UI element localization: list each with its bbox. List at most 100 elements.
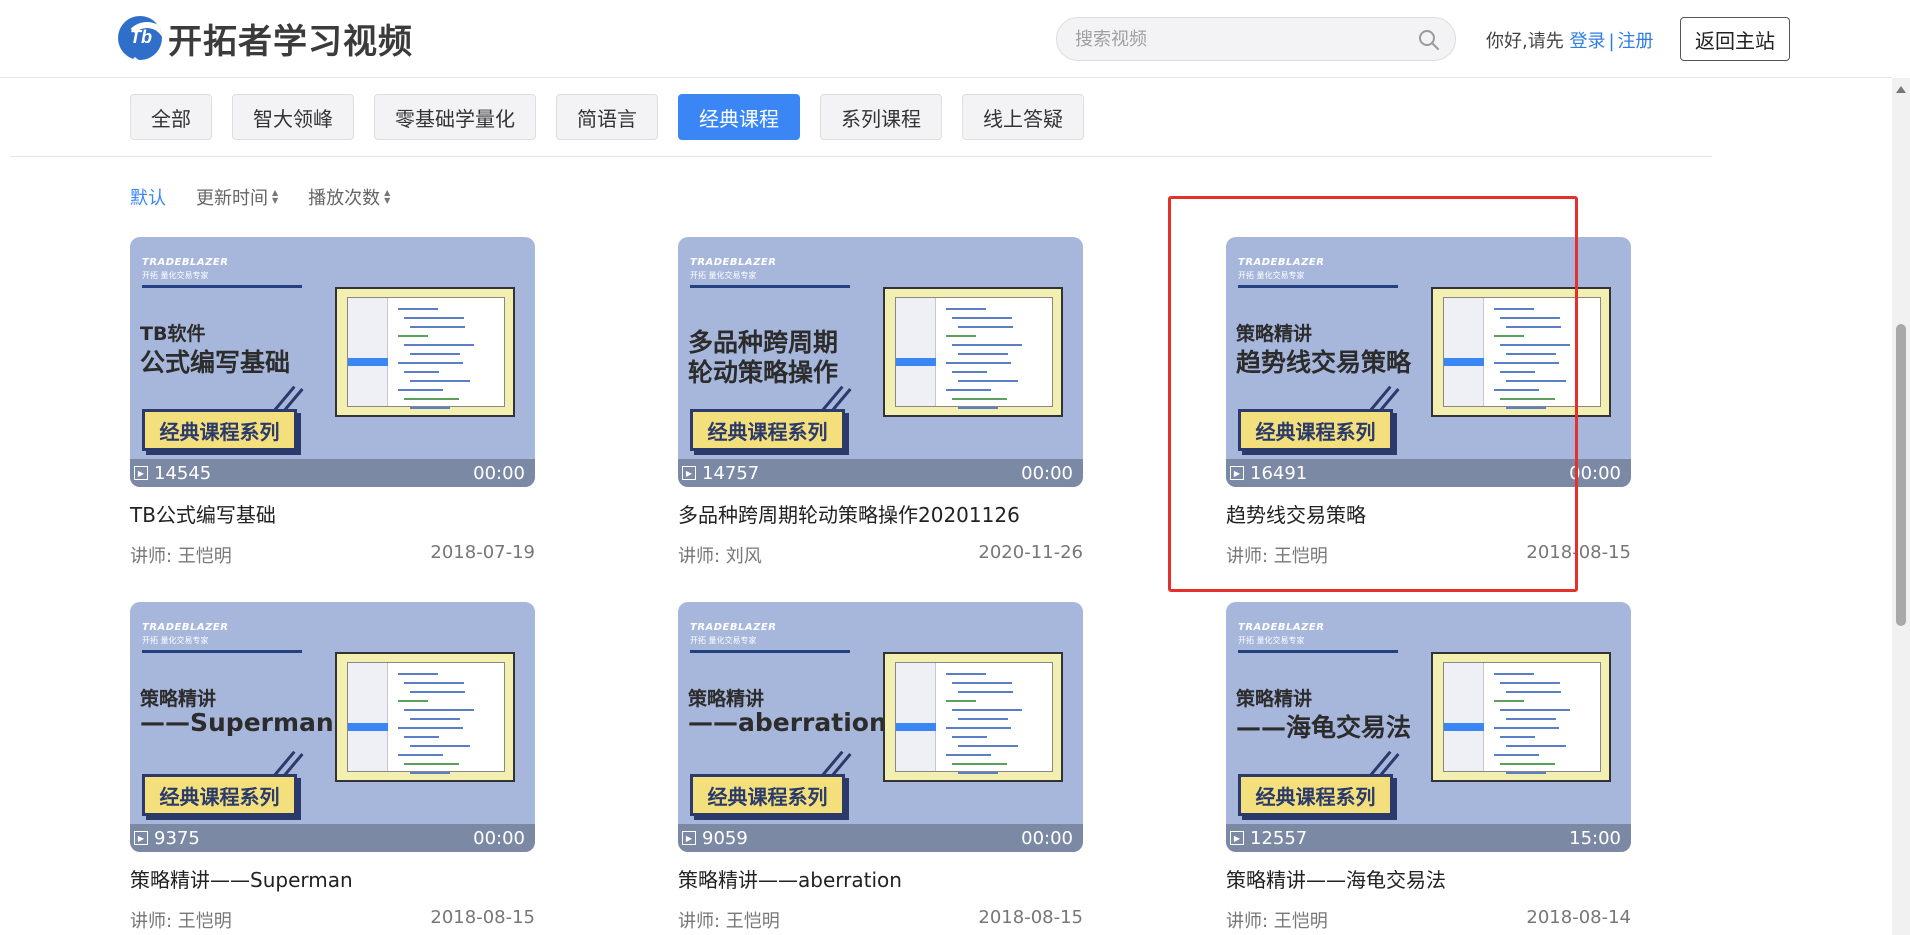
page-scrollbar[interactable] xyxy=(1892,78,1910,935)
duration: 15:00 xyxy=(1569,827,1621,849)
video-card[interactable]: TRADEBLAZER 开拓 量化交易专家 多品种跨周期 轮动策略操作 经典课程… xyxy=(678,237,1083,568)
code-line xyxy=(410,718,460,720)
view-count: ▶ 14545 xyxy=(134,463,211,484)
thumb-brand: TRADEBLAZER xyxy=(142,622,229,633)
video-title[interactable]: 策略精讲——aberration xyxy=(678,864,1083,893)
code-line xyxy=(952,344,1022,346)
video-title[interactable]: TB公式编写基础 xyxy=(130,499,535,528)
code-line xyxy=(398,754,443,756)
code-line xyxy=(946,308,986,310)
publish-date: 2018-07-19 xyxy=(430,542,535,563)
highlight-box xyxy=(1168,196,1578,592)
thumb-overlay: ▶ 14757 00:00 xyxy=(678,459,1083,487)
thumb-line2: 轮动策略操作 xyxy=(688,358,839,387)
play-icon: ▶ xyxy=(1230,831,1244,845)
code-line xyxy=(946,362,1011,364)
thumb-brand-sub: 开拓 量化交易专家 xyxy=(1238,636,1305,645)
view-count-value: 12557 xyxy=(1250,827,1308,849)
series-badge: 经典课程系列 xyxy=(142,774,297,816)
view-count: ▶ 9375 xyxy=(134,828,200,849)
sort-option-1[interactable]: 更新时间 ▲ ▼ xyxy=(196,184,278,210)
video-card[interactable]: TRADEBLAZER 开拓 量化交易专家 策略精讲 ——aberration … xyxy=(678,602,1083,933)
video-card[interactable]: TRADEBLAZER 开拓 量化交易专家 TB软件 公式编写基础 经典课程系列… xyxy=(130,237,535,568)
link-separator: | xyxy=(1608,31,1615,52)
code-line xyxy=(410,407,450,409)
code-line xyxy=(952,371,987,373)
code-line xyxy=(410,380,470,382)
video-meta: 讲师: 王恺明 2018-08-15 xyxy=(130,907,535,933)
video-thumbnail[interactable]: TRADEBLAZER 开拓 量化交易专家 多品种跨周期 轮动策略操作 经典课程… xyxy=(678,237,1083,487)
thumb-line2: ——Superman xyxy=(140,708,334,737)
video-meta: 讲师: 王恺明 2018-08-15 xyxy=(678,907,1083,933)
code-line xyxy=(398,727,463,729)
video-card[interactable]: TRADEBLAZER 开拓 量化交易专家 策略精讲 ——海龟交易法 经典课程系… xyxy=(1226,602,1631,933)
code-line xyxy=(952,317,1012,319)
code-line xyxy=(410,772,450,774)
code-line xyxy=(1494,727,1559,729)
tab-0[interactable]: 全部 xyxy=(130,94,212,140)
code-line xyxy=(1506,691,1561,693)
code-line xyxy=(958,772,998,774)
thumb-brand-sub: 开拓 量化交易专家 xyxy=(690,271,757,280)
tab-3[interactable]: 简语言 xyxy=(556,94,658,140)
sort-option-0[interactable]: 默认 xyxy=(130,184,166,210)
sort-option-2[interactable]: 播放次数 ▲ ▼ xyxy=(308,184,390,210)
back-to-main-button[interactable]: 返回主站 xyxy=(1680,17,1790,61)
play-icon: ▶ xyxy=(134,466,148,480)
code-line xyxy=(1500,682,1560,684)
video-thumbnail[interactable]: TRADEBLAZER 开拓 量化交易专家 TB软件 公式编写基础 经典课程系列… xyxy=(130,237,535,487)
scrollbar-thumb[interactable] xyxy=(1896,324,1906,626)
code-line xyxy=(410,745,470,747)
screen-sidebar xyxy=(896,663,936,771)
login-link[interactable]: 登录 xyxy=(1569,31,1605,52)
view-count: ▶ 14757 xyxy=(682,463,759,484)
duration: 00:00 xyxy=(473,462,525,484)
thumb-line2: 公式编写基础 xyxy=(140,348,291,377)
scroll-up-icon[interactable] xyxy=(1896,86,1906,93)
view-count: ▶ 9059 xyxy=(682,828,748,849)
sort-label: 更新时间 xyxy=(196,188,268,209)
search-icon[interactable] xyxy=(1417,28,1441,52)
view-count-value: 9375 xyxy=(154,827,200,849)
view-count-value: 14545 xyxy=(154,462,212,484)
video-title[interactable]: 多品种跨周期轮动策略操作20201126 xyxy=(678,499,1083,528)
screen-sidebar xyxy=(1444,663,1484,771)
video-meta: 讲师: 刘风 2020-11-26 xyxy=(678,542,1083,568)
thumb-overlay: ▶ 12557 15:00 xyxy=(1226,824,1631,852)
thumb-rule xyxy=(142,285,302,288)
screen-sidebar xyxy=(348,663,388,771)
login-prompt: 你好,请先 登录 | 注册 xyxy=(1486,27,1654,53)
thumb-rule xyxy=(142,650,302,653)
video-thumbnail[interactable]: TRADEBLAZER 开拓 量化交易专家 策略精讲 ——Superman 经典… xyxy=(130,602,535,852)
video-thumbnail[interactable]: TRADEBLAZER 开拓 量化交易专家 策略精讲 ——海龟交易法 经典课程系… xyxy=(1226,602,1631,852)
video-card[interactable]: TRADEBLAZER 开拓 量化交易专家 策略精讲 ——Superman 经典… xyxy=(130,602,535,933)
video-title[interactable]: 策略精讲——Superman xyxy=(130,864,535,893)
register-link[interactable]: 注册 xyxy=(1618,31,1654,52)
code-line xyxy=(404,709,474,711)
code-line xyxy=(1506,745,1566,747)
screen-inner xyxy=(895,662,1053,774)
thumb-line1: 策略精讲 xyxy=(1236,688,1313,710)
tab-4[interactable]: 经典课程 xyxy=(678,94,800,140)
screenshot-illustration xyxy=(883,652,1063,782)
video-title[interactable]: 策略精讲——海龟交易法 xyxy=(1226,864,1631,893)
series-badge: 经典课程系列 xyxy=(690,409,845,451)
header: Tb 开拓者学习视频 你好,请先 登录|注册 返回主站 xyxy=(0,0,1892,78)
screen-highlight xyxy=(896,723,936,731)
code-line xyxy=(1500,736,1535,738)
play-icon: ▶ xyxy=(682,831,696,845)
video-thumbnail[interactable]: TRADEBLAZER 开拓 量化交易专家 策略精讲 ——aberration … xyxy=(678,602,1083,852)
tab-5[interactable]: 系列课程 xyxy=(820,94,942,140)
search-input[interactable] xyxy=(1075,18,1405,60)
code-line xyxy=(946,754,991,756)
tab-2[interactable]: 零基础学量化 xyxy=(374,94,536,140)
publish-date: 2018-08-14 xyxy=(1526,907,1631,928)
teacher: 讲师: 王恺明 xyxy=(1226,911,1328,932)
screenshot-illustration xyxy=(335,652,515,782)
code-line xyxy=(952,682,1012,684)
tab-1[interactable]: 智大领峰 xyxy=(232,94,354,140)
tab-6[interactable]: 线上答疑 xyxy=(962,94,1084,140)
code-line xyxy=(404,736,439,738)
greeting-text: 你好,请先 xyxy=(1486,31,1564,52)
site-logo[interactable]: Tb 开拓者学习视频 xyxy=(118,14,413,62)
